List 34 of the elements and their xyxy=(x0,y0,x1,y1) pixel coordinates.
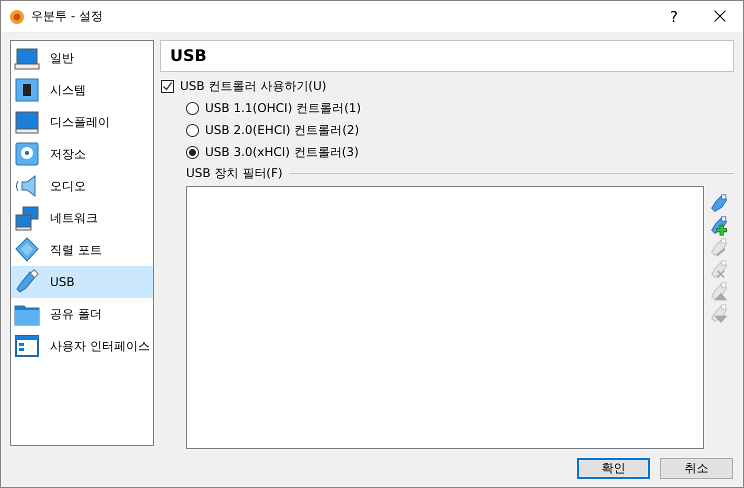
sidebar-item[interactable]: 저장소 xyxy=(11,138,153,170)
window-icon xyxy=(14,333,40,359)
sidebar-item[interactable]: 네트워크 xyxy=(11,202,153,234)
radio-button[interactable] xyxy=(186,102,199,115)
sidebar-item[interactable]: 일반 xyxy=(11,42,153,74)
radio-label: USB 2.0(EHCI) 컨트롤러(2) xyxy=(205,122,360,139)
serial-port-icon xyxy=(14,237,40,263)
cancel-button[interactable]: 취소 xyxy=(660,458,733,478)
sidebar-item[interactable]: 사용자 인터페이스 xyxy=(11,330,153,362)
page-header: USB xyxy=(160,40,734,72)
app-icon xyxy=(9,8,25,24)
radio-button[interactable] xyxy=(186,146,199,159)
sidebar-item[interactable]: 공유 폴더 xyxy=(11,298,153,330)
usb-plug-icon[interactable] xyxy=(710,194,730,214)
sidebar-item[interactable]: USB xyxy=(11,266,153,298)
chip-icon xyxy=(14,77,40,103)
usb-plug-icon xyxy=(14,269,40,295)
sidebar-item[interactable]: 직렬 포트 xyxy=(11,234,153,266)
radio-label: USB 1.1(OHCI) 컨트롤러(1) xyxy=(205,100,362,117)
monitor-icon xyxy=(14,109,40,135)
help-button[interactable]: ? xyxy=(651,1,697,32)
network-icon xyxy=(14,205,40,231)
ok-button[interactable]: 확인 xyxy=(577,458,650,478)
checkbox-label: USB 컨트롤러 사용하기(U) xyxy=(180,78,326,95)
section-label: USB 장치 필터(F) xyxy=(186,164,283,182)
radio-button[interactable] xyxy=(186,124,199,137)
sidebar-item[interactable]: 시스템 xyxy=(11,74,153,106)
sidebar-item[interactable]: 디스플레이 xyxy=(11,106,153,138)
usb-add-icon[interactable] xyxy=(710,216,730,236)
window-title: 우분투 - 설정 xyxy=(31,8,103,25)
checkbox[interactable] xyxy=(161,80,174,93)
sidebar-item[interactable]: 오디오 xyxy=(11,170,153,202)
radio-label: USB 3.0(xHCI) 컨트롤러(3) xyxy=(205,144,359,161)
close-button[interactable]: × xyxy=(697,1,743,32)
